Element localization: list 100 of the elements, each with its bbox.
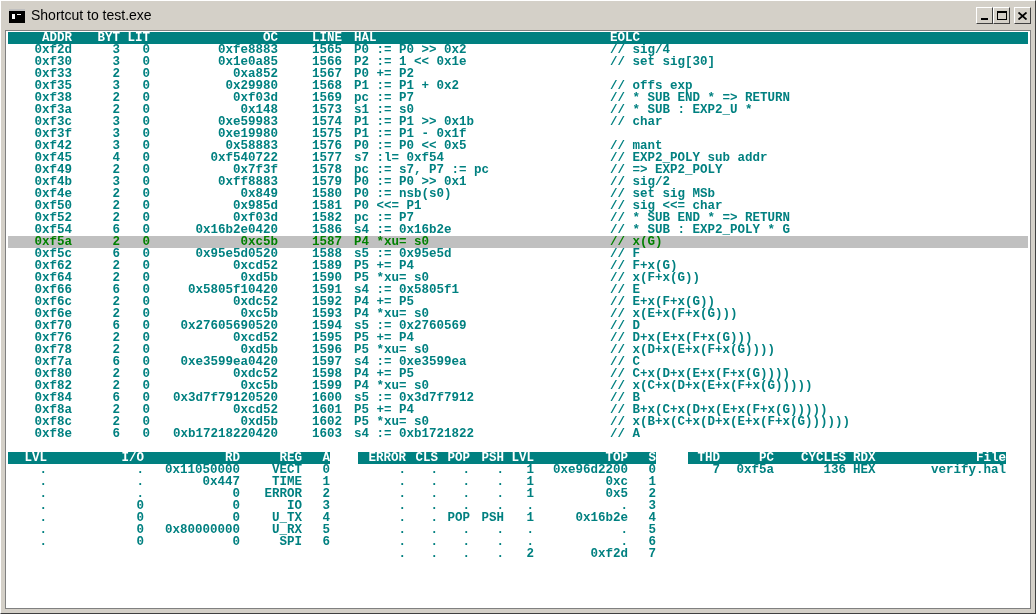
table-cell: s4 := 0xb1721822 [354, 427, 475, 441]
table-row[interactable]: 0xf66 6 0 0x5805f10420 1591 s4 := 0x5805f1 // E [8, 284, 1028, 296]
table-row[interactable]: 0xf4e 2 0 0x849 1580 P0 := nsb(s0) // set sig MSb [8, 188, 1028, 200]
table-cell: U_RX [272, 523, 302, 537]
table-cell: // offs exp [610, 79, 693, 93]
table-cell: P4 += P5 [354, 367, 414, 381]
column-header: PSH [481, 451, 504, 465]
table-row[interactable]: 0xf30 3 0 0x1e0a85 1566 P2 := 1 << 0x1e // set sig[30] [8, 56, 1028, 68]
table-cell: . [39, 523, 47, 537]
table-cell: 0 [136, 511, 144, 525]
table-cell: s7 :l= 0xf54 [354, 151, 444, 165]
table-cell: s5 := 0x2760569 [354, 319, 467, 333]
table-cell: 7 [712, 463, 720, 477]
table-cell: 0x3d7f79120520 [172, 391, 278, 405]
table-cell: 1578 [312, 163, 342, 177]
table-row[interactable]: 0xf8c 2 0 0xd5b 1602 P5 *xu= s0 // x(B+x(C+x(D+x(E+x(F+x(G)))))) [8, 416, 1028, 428]
table-row[interactable]: 0xf6c 2 0 0xdc52 1592 P4 += P5 // E+x(F+x(G)) [8, 296, 1028, 308]
column-header: LVL [511, 451, 534, 465]
table-row[interactable]: 0xf64 2 0 0xd5b 1590 P5 *xu= s0 // x(F+x(G)) [8, 272, 1028, 284]
table-cell: P1 := P1 - 0x1f [354, 127, 467, 141]
table-cell: U_TX [272, 511, 302, 525]
minimize-button[interactable] [976, 7, 993, 24]
table-row[interactable]: 0xf84 6 0 0x3d7f79120520 1600 s5 := 0x3d7f7912 // B [8, 392, 1028, 404]
table-row[interactable]: 0xf33 2 0 0xa852 1567 P0 += P2 [8, 68, 1028, 80]
table-row[interactable]: 0xf78 2 0 0xd5b 1596 P5 *xu= s0 // x(D+x(E+x(F+x(G)))) [8, 344, 1028, 356]
table-row[interactable]: 0xf2d 3 0 0xfe8883 1565 P0 := P0 >> 0x2 // sig/4 [8, 44, 1028, 56]
table-cell: . [496, 523, 504, 537]
table-row[interactable]: 0xf7a 6 0 0xe3599ea0420 1597 s4 := 0xe3599ea // C [8, 356, 1028, 368]
column-header: THD [697, 451, 720, 465]
table-row[interactable]: 0xf4b 3 0 0xff8883 1579 P0 := P0 >> 0x1 // sig/2 [8, 176, 1028, 188]
table-cell: 0x58883 [225, 139, 278, 153]
table-cell: 2 [112, 187, 120, 201]
table-row[interactable]: 0xf54 6 0 0x16b2e0420 1586 s4 := 0x16b2e // * SUB : EXP2_POLY * G [8, 224, 1028, 236]
table-row[interactable]: 0xf5a 2 0 0xc5b 1587 P4 *xu= s0 // x(G) [8, 236, 1028, 248]
table-cell: 1598 [312, 367, 342, 381]
table-cell: 4 [322, 511, 330, 525]
table-cell: . [620, 535, 628, 549]
table-cell: 1566 [312, 55, 342, 69]
table-row[interactable]: 0xf50 2 0 0x985d 1581 P0 <<= P1 // sig <<= char [8, 200, 1028, 212]
table-row[interactable]: 0xf80 2 0 0xdc52 1598 P4 += P5 // C+x(D+x(E+x(F+x(G)))) [8, 368, 1028, 380]
table-cell: 2 [112, 259, 120, 273]
table-cell: ERROR [264, 487, 302, 501]
table-row[interactable]: 0xf35 3 0 0x29980 1568 P1 := P1 + 0x2 // offs exp [8, 80, 1028, 92]
table-cell: . [398, 499, 406, 513]
table-row[interactable]: 0xf49 2 0 0x7f3f 1578 pc := s7, P7 := pc // => EXP2_POLY [8, 164, 1028, 176]
table-cell: // mant [610, 139, 663, 153]
table-row[interactable]: 0xf42 3 0 0x58883 1576 P0 := P0 << 0x5 // mant [8, 140, 1028, 152]
table-cell: . [430, 463, 438, 477]
column-header: LVL [24, 451, 47, 465]
table-cell: 0xf3f [34, 127, 72, 141]
close-button[interactable] [1014, 7, 1031, 24]
table-cell: 0xf64 [34, 271, 72, 285]
table-row[interactable]: 0xf76 2 0 0xcd52 1595 P5 += P4 // D+x(E+x(F+x(G))) [8, 332, 1028, 344]
table-cell: . [430, 523, 438, 537]
table-cell: 0x11050000 [165, 463, 240, 477]
close-icon [1018, 11, 1027, 20]
table-row[interactable]: 0xf8a 2 0 0xcd52 1601 P5 += P4 // B+x(C+x(D+x(E+x(F+x(G))))) [8, 404, 1028, 416]
table-cell: 1573 [312, 103, 342, 117]
table-cell: // EXP2_POLY sub addr [610, 151, 768, 165]
table-cell: 0 [142, 187, 150, 201]
table-cell: 0xff8883 [218, 175, 278, 189]
table-cell: 6 [112, 283, 120, 297]
table-cell: . [398, 523, 406, 537]
table-row[interactable]: 0xf38 2 0 0xf03d 1569 pc := P7 // * SUB END * => RETURN [8, 92, 1028, 104]
maximize-button[interactable] [993, 7, 1010, 24]
table-row[interactable]: 0xf6e 2 0 0xc5b 1593 P4 *xu= s0 // x(E+x(F+x(G))) [8, 308, 1028, 320]
table-cell: 2 [112, 379, 120, 393]
table-cell: // E+x(F+x(G)) [610, 295, 716, 309]
table-row[interactable]: 0xf3f 3 0 0xe19980 1575 P1 := P1 - 0x1f [8, 128, 1028, 140]
table-cell: s1 := s0 [354, 103, 414, 117]
table-cell: 0xf5a [736, 463, 774, 477]
table-row[interactable]: 0xf8e 6 0 0xb17218220420 1603 s4 := 0xb1721822 // A [8, 428, 1028, 440]
table-row[interactable]: 0xf70 6 0 0x27605690520 1594 s5 := 0x2760569 // D [8, 320, 1028, 332]
table-cell: 1580 [312, 187, 342, 201]
table-cell: 3 [112, 175, 120, 189]
table-cell: . [136, 487, 144, 501]
table-row[interactable]: 0xf62 2 0 0xcd52 1589 P5 += P4 // F+x(G) [8, 260, 1028, 272]
table-cell: 1595 [312, 331, 342, 345]
table-row[interactable]: 0xf52 2 0 0xf03d 1582 pc := P7 // * SUB END * => RETURN [8, 212, 1028, 224]
table-cell: // x(B+x(C+x(D+x(E+x(F+x(G)))))) [610, 415, 851, 429]
table-cell: 2 [112, 295, 120, 309]
table-cell: 0xf4b [34, 175, 72, 189]
table-cell: P0 <<= P1 [354, 199, 422, 213]
table-row[interactable]: 0xf45 4 0 0xf540722 1577 s7 :l= 0xf54 // EXP2_POLY sub addr [8, 152, 1028, 164]
table-cell: 2 [112, 367, 120, 381]
table-cell: 0 [142, 127, 150, 141]
column-header: RDX [853, 451, 876, 465]
table-row[interactable]: 0xf3c 3 0 0xe59983 1574 P1 := P1 >> 0x1b // char [8, 116, 1028, 128]
table-cell: 0xf54 [34, 223, 72, 237]
table-cell: 0 [142, 259, 150, 273]
table-row[interactable]: 0xf82 2 0 0xc5b 1599 P4 *xu= s0 // x(C+x(D+x(E+x(F+x(G))))) [8, 380, 1028, 392]
column-header: BYT [97, 31, 120, 45]
table-row[interactable]: 0xf5c 6 0 0x95e5d0520 1588 s5 := 0x95e5d // F [8, 248, 1028, 260]
table-cell: . [398, 487, 406, 501]
column-header: CYCLES [801, 451, 846, 465]
table-row[interactable]: 0xf3a 2 0 0x148 1573 s1 := s0 // * SUB : EXP2_U * [8, 104, 1028, 116]
table-cell: 0xf82 [34, 379, 72, 393]
column-header: POP [447, 451, 470, 465]
table-cell: 1569 [312, 91, 342, 105]
table-cell: VECT [272, 463, 302, 477]
